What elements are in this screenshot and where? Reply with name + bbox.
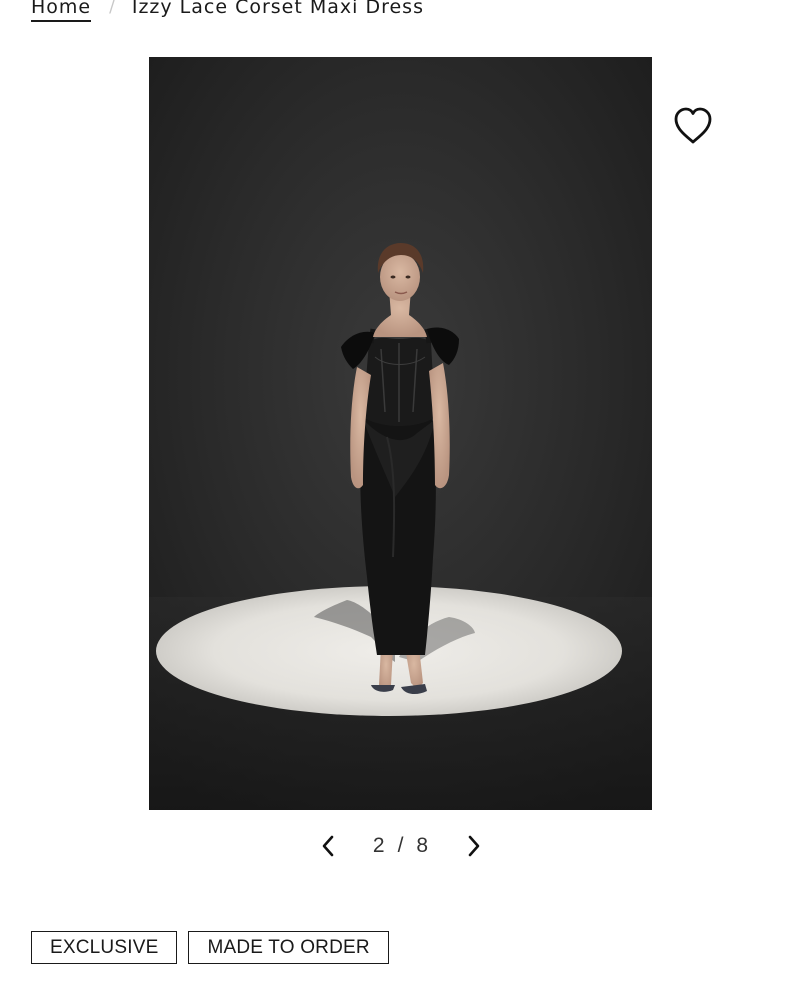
product-photo bbox=[149, 57, 652, 810]
image-counter: 2 / 8 bbox=[373, 834, 429, 858]
previous-image-button[interactable] bbox=[314, 828, 342, 864]
wishlist-button[interactable] bbox=[670, 104, 716, 148]
breadcrumb: Home / Izzy Lace Corset Maxi Dress bbox=[31, 0, 424, 24]
badge-made-to-order: MADE TO ORDER bbox=[188, 931, 389, 964]
product-image[interactable] bbox=[149, 57, 652, 810]
chevron-right-icon bbox=[468, 835, 480, 857]
breadcrumb-home-link[interactable]: Home bbox=[31, 0, 92, 22]
chevron-left-icon bbox=[322, 835, 334, 857]
breadcrumb-current-page: Izzy Lace Corset Maxi Dress bbox=[131, 0, 424, 18]
total-image-count: 8 bbox=[416, 834, 430, 857]
badge-exclusive: EXCLUSIVE bbox=[31, 931, 178, 964]
breadcrumb-separator: / bbox=[109, 0, 116, 17]
heart-outline-icon bbox=[674, 107, 712, 144]
product-badges: EXCLUSIVE MADE TO ORDER bbox=[31, 931, 389, 964]
pager-separator: / bbox=[397, 834, 405, 857]
current-image-number: 2 bbox=[372, 834, 386, 857]
next-image-button[interactable] bbox=[460, 828, 488, 864]
image-pager: 2 / 8 bbox=[314, 826, 488, 866]
